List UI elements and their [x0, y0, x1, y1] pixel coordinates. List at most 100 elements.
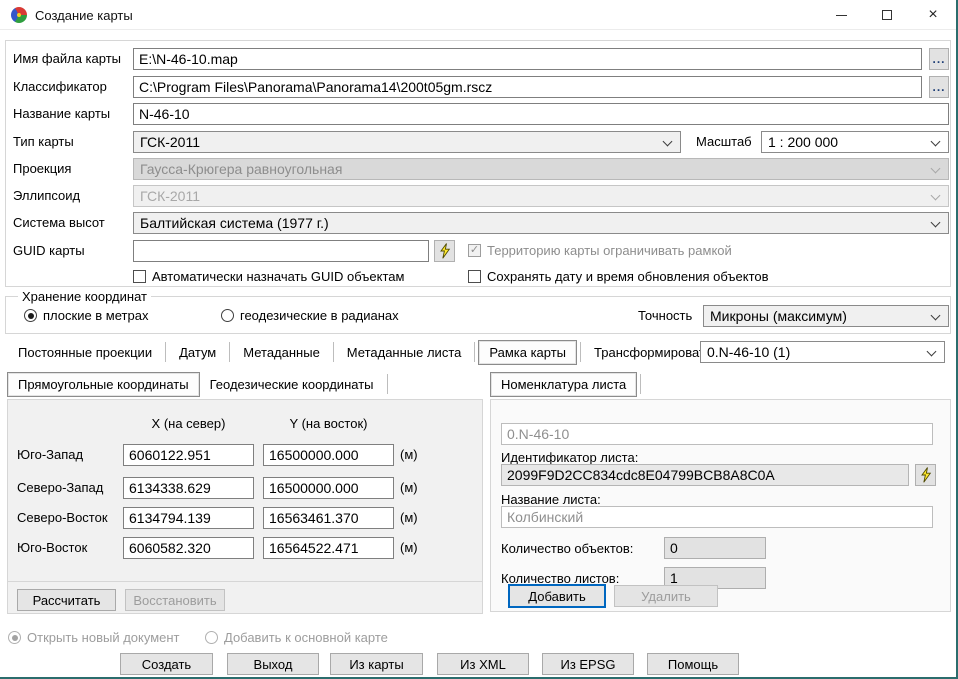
tab-datum[interactable]: Датум: [169, 341, 226, 364]
unit-label: (м): [400, 507, 418, 529]
sw-x-input[interactable]: [123, 444, 254, 466]
scale-select[interactable]: 1 : 200 000: [761, 131, 949, 153]
ellipsoid-select: ГСК-2011: [133, 185, 949, 207]
checkbox-checked-icon: ✓: [468, 244, 481, 257]
auto-guid-checkbox[interactable]: Автоматически назначать GUID объектам: [133, 269, 404, 284]
radio-add-to-main-map-label: Добавить к основной карте: [224, 630, 388, 645]
tab-separator: [333, 342, 334, 362]
corner-label-ne: Северо-Восток: [17, 507, 108, 529]
from-map-button[interactable]: Из карты: [330, 653, 423, 675]
rectangular-coordinates-panel: X (на север) Y (на восток) Юго-Запад (м)…: [7, 399, 483, 614]
radio-open-new-document: Открыть новый документ: [8, 630, 180, 645]
from-xml-button[interactable]: Из XML: [437, 653, 529, 675]
classifier-browse-button[interactable]: ...: [929, 76, 949, 98]
radio-add-to-main-map: Добавить к основной карте: [205, 630, 388, 645]
tab-separator: [229, 342, 230, 362]
tab-metadata[interactable]: Метаданные: [233, 341, 330, 364]
column-header-y: Y (на восток): [263, 416, 394, 431]
tab-sheet-metadata[interactable]: Метаданные листа: [337, 341, 472, 364]
sheet-nomenclature-input[interactable]: [501, 423, 933, 445]
unit-label: (м): [400, 537, 418, 559]
ellipsoid-value: ГСК-2011: [140, 188, 200, 204]
map-type-select[interactable]: ГСК-2011: [133, 131, 681, 153]
height-system-label: Система высот: [13, 212, 105, 234]
map-name-label: Название карты: [13, 103, 110, 125]
guid-input[interactable]: [133, 240, 429, 262]
tab-constant-projections[interactable]: Постоянные проекции: [8, 341, 162, 364]
coordinate-storage-group: Хранение координат плоские в метрах геод…: [5, 296, 951, 334]
se-x-input[interactable]: [123, 537, 254, 559]
create-map-dialog: Создание карты × Имя файла карты ... Кла…: [0, 0, 958, 679]
tab-separator: [387, 374, 388, 394]
radio-icon: [221, 309, 234, 322]
create-button[interactable]: Создать: [120, 653, 213, 675]
radio-flat-meters-label: плоские в метрах: [43, 308, 148, 323]
sw-y-input[interactable]: [263, 444, 394, 466]
auto-guid-label: Автоматически назначать GUID объектам: [152, 269, 404, 284]
minimize-button[interactable]: [818, 0, 864, 30]
radio-icon: [205, 631, 218, 644]
radio-flat-meters[interactable]: плоские в метрах: [24, 308, 148, 323]
ne-y-input[interactable]: [263, 507, 394, 529]
radio-geodesic-radians[interactable]: геодезические в радианах: [221, 308, 399, 323]
projection-value: Гаусса-Крюгера равноугольная: [140, 161, 342, 177]
map-name-input[interactable]: [133, 103, 949, 125]
map-type-label: Тип карты: [13, 131, 74, 153]
calculate-button[interactable]: Рассчитать: [17, 589, 116, 611]
chevron-down-icon: [931, 137, 941, 147]
add-sheet-button[interactable]: Добавить: [508, 584, 606, 608]
close-button[interactable]: ×: [910, 0, 956, 30]
tab-rectangular-coords[interactable]: Прямоугольные координаты: [7, 372, 200, 397]
sheet-title-input[interactable]: [501, 506, 933, 528]
help-button[interactable]: Помощь: [647, 653, 739, 675]
tab-separator: [580, 342, 581, 362]
main-tab-bar: Постоянные проекции Датум Метаданные Мет…: [8, 339, 729, 365]
maximize-icon: [882, 10, 892, 20]
generate-guid-button[interactable]: [434, 240, 455, 262]
objects-count-field: [664, 537, 766, 559]
sheet-selector[interactable]: 0.N-46-10 (1): [700, 341, 945, 363]
radio-icon: [8, 631, 21, 644]
projection-select: Гаусса-Крюгера равноугольная: [133, 158, 949, 180]
window-title: Создание карты: [35, 8, 133, 23]
exit-button[interactable]: Выход: [227, 653, 319, 675]
lightning-icon: [438, 243, 452, 259]
close-icon: ×: [928, 7, 937, 23]
sheet-id-input[interactable]: [501, 464, 909, 486]
from-epsg-button[interactable]: Из EPSG: [542, 653, 634, 675]
panel-divider: [8, 581, 482, 582]
delete-sheet-button: Удалить: [614, 585, 718, 607]
column-header-x: X (на север): [123, 416, 254, 431]
save-date-label: Сохранять дату и время обновления объект…: [487, 269, 769, 284]
chevron-down-icon: [931, 191, 941, 201]
height-system-value: Балтийская система (1977 г.): [140, 215, 329, 231]
checkbox-icon: [468, 270, 481, 283]
corner-label-se: Юго-Восток: [17, 537, 87, 559]
tab-sheet-nomenclature[interactable]: Номенклатура листа: [490, 372, 637, 397]
precision-select[interactable]: Микроны (максимум): [703, 305, 949, 327]
unit-label: (м): [400, 444, 418, 466]
height-system-select[interactable]: Балтийская система (1977 г.): [133, 212, 949, 234]
precision-value: Микроны (максимум): [710, 308, 847, 324]
ne-x-input[interactable]: [123, 507, 254, 529]
minimize-icon: [836, 15, 847, 16]
tab-geodesic-coords[interactable]: Геодезические координаты: [200, 373, 384, 396]
save-date-checkbox[interactable]: Сохранять дату и время обновления объект…: [468, 269, 769, 284]
generate-sheet-id-button[interactable]: [915, 464, 936, 486]
projection-label: Проекция: [13, 158, 71, 180]
nw-x-input[interactable]: [123, 477, 254, 499]
file-browse-button[interactable]: ...: [929, 48, 949, 70]
sheet-id-label: Идентификатор листа:: [501, 450, 638, 465]
nw-y-input[interactable]: [263, 477, 394, 499]
tab-map-frame[interactable]: Рамка карты: [478, 340, 577, 365]
file-name-input[interactable]: [133, 48, 922, 70]
radio-geodesic-radians-label: геодезические в радианах: [240, 308, 399, 323]
se-y-input[interactable]: [263, 537, 394, 559]
maximize-button[interactable]: [864, 0, 910, 30]
lightning-icon: [919, 467, 933, 483]
radio-icon: [24, 309, 37, 322]
classifier-input[interactable]: [133, 76, 922, 98]
chevron-down-icon: [663, 137, 673, 147]
radio-open-new-document-label: Открыть новый документ: [27, 630, 180, 645]
checkbox-icon: [133, 270, 146, 283]
